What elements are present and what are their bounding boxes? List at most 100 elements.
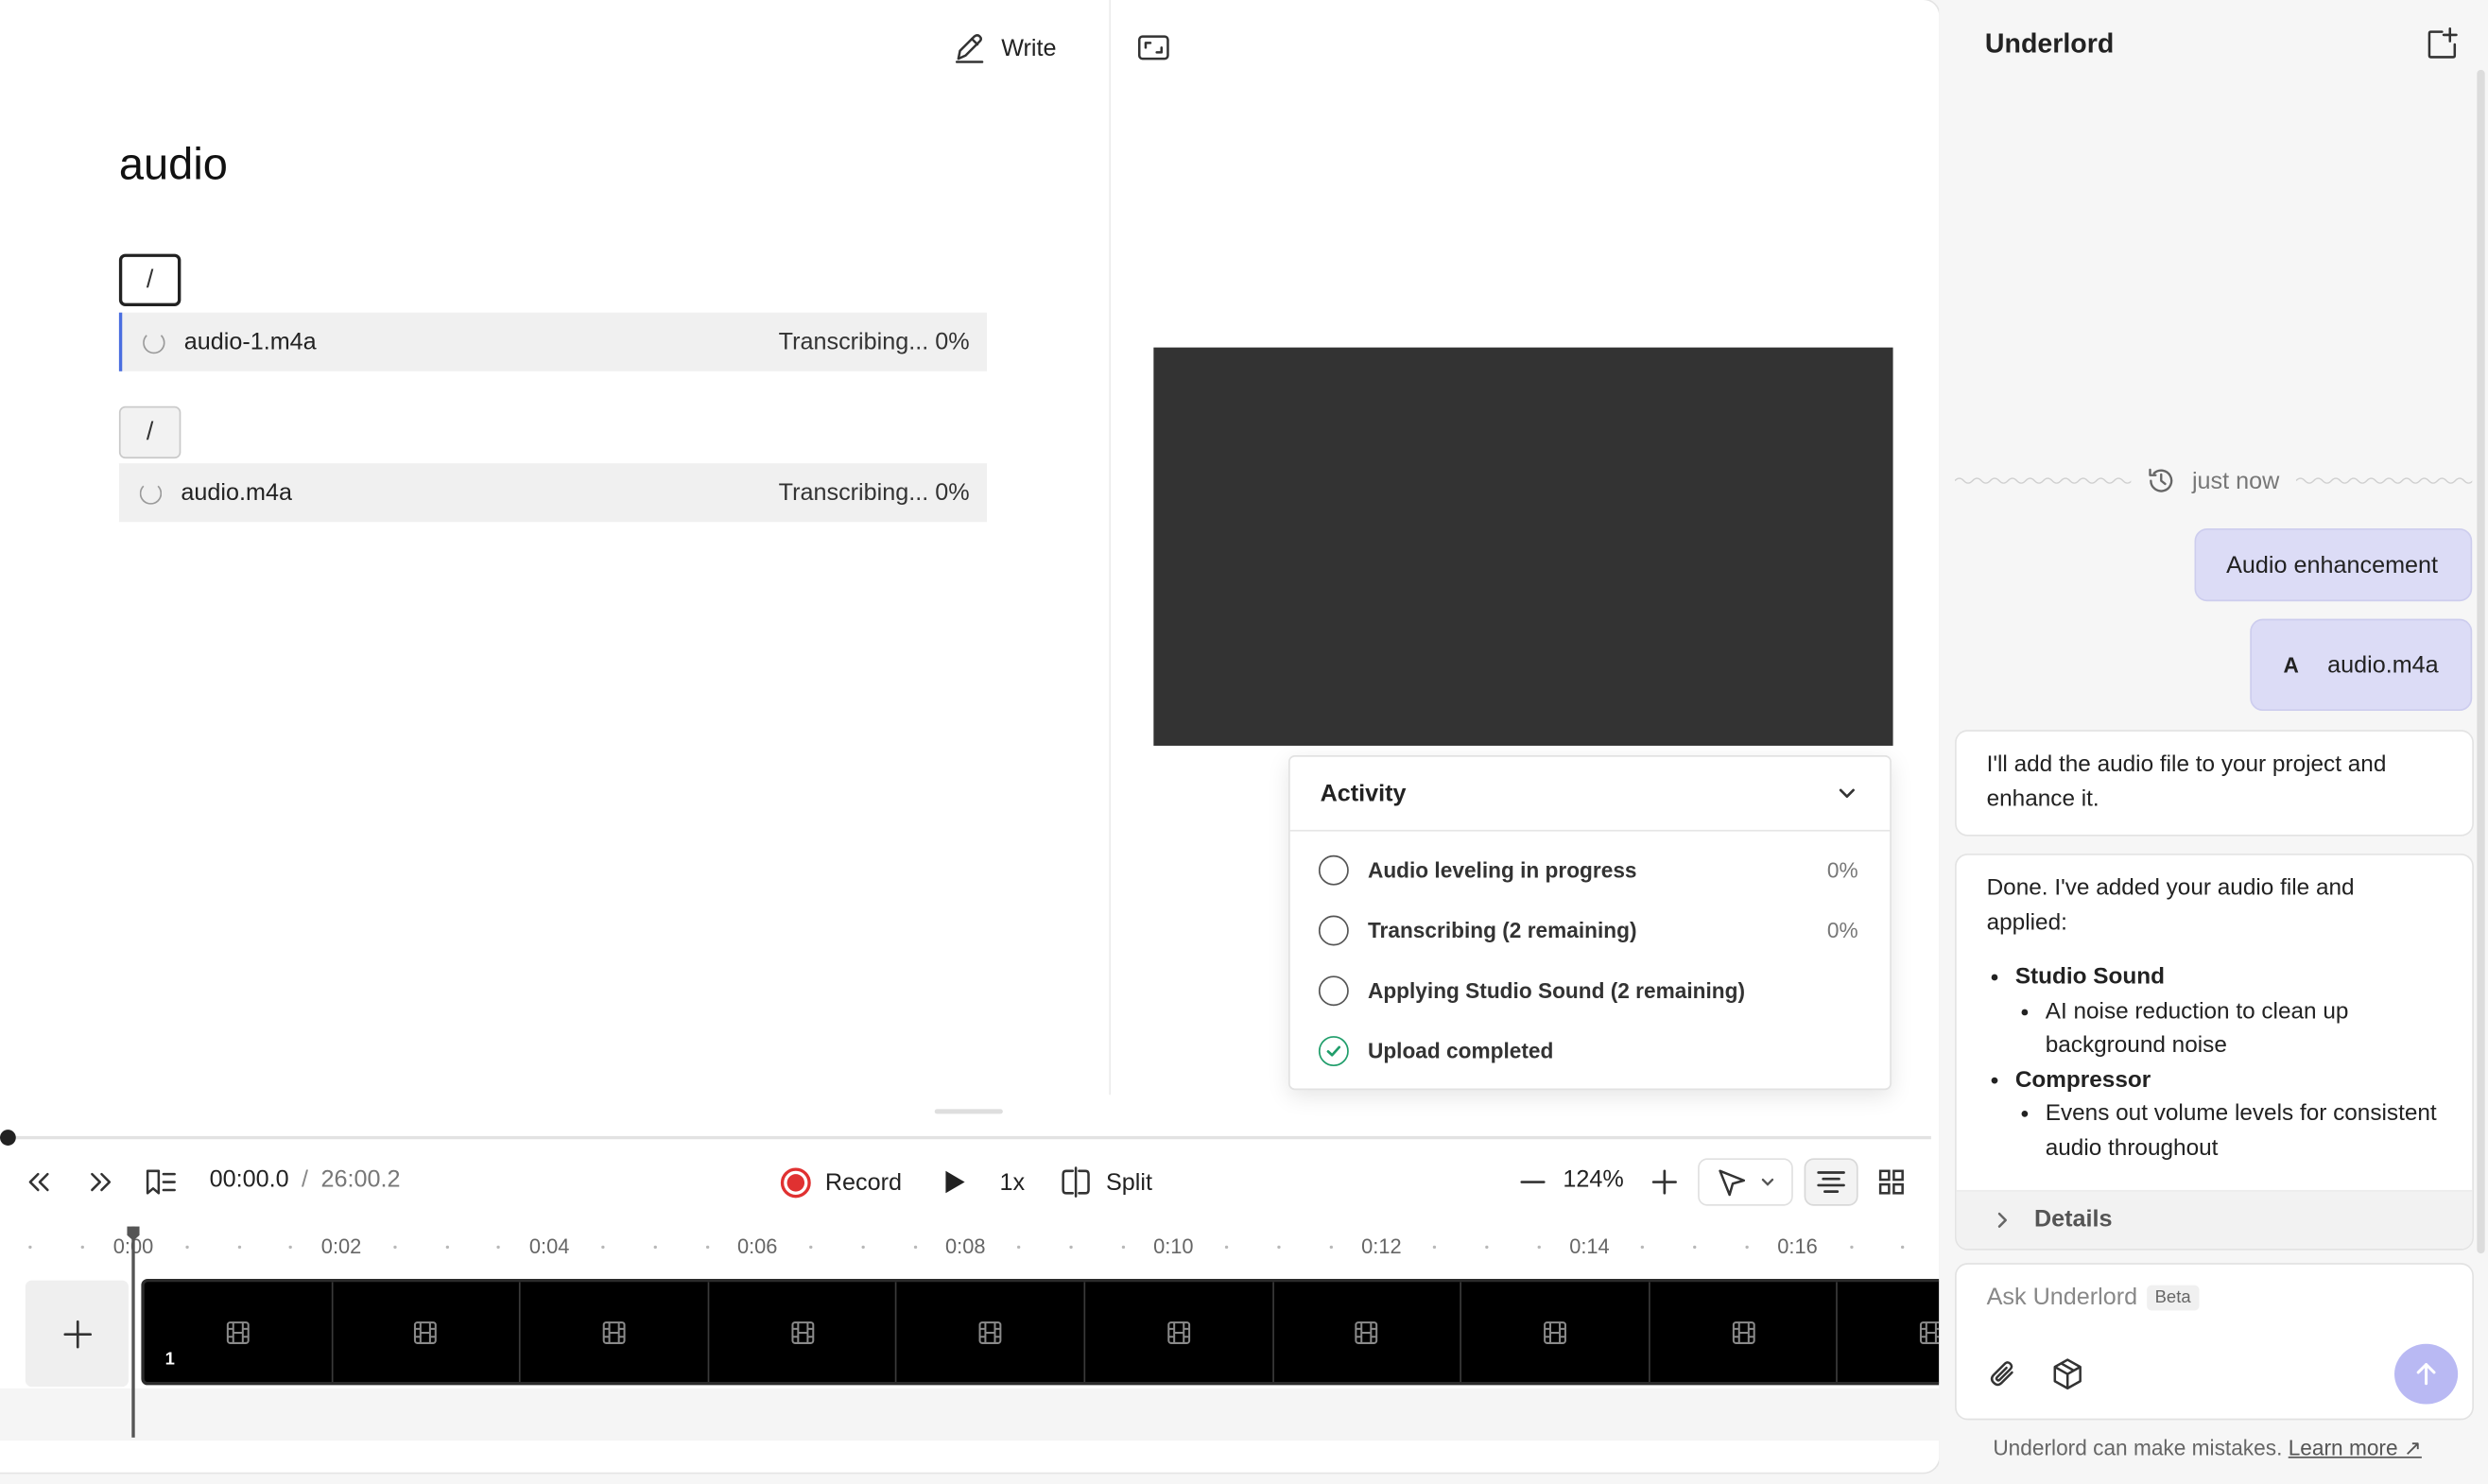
details-toggle[interactable]: Details: [1956, 1189, 2473, 1250]
expand-icon[interactable]: [1136, 30, 1171, 65]
list-item: AI noise reduction to clean up backgroun…: [2046, 995, 2443, 1063]
pane-divider[interactable]: [1109, 0, 1112, 1096]
attachment-chip[interactable]: A audio.m4a: [2250, 618, 2473, 712]
clip-frame: [897, 1282, 1086, 1383]
clip-frame: [1838, 1282, 1940, 1382]
film-frame-icon: [602, 1320, 626, 1344]
composer-placeholder[interactable]: Ask Underlord Beta: [1987, 1284, 2200, 1311]
file-row[interactable]: audio.m4a Transcribing... 0%: [118, 463, 988, 523]
ruler-minor-tick: [1225, 1245, 1229, 1250]
split-icon: [1062, 1166, 1090, 1198]
file-row[interactable]: audio-1.m4a Transcribing... 0%: [118, 312, 988, 371]
video-preview[interactable]: [1153, 347, 1893, 746]
zoom-out-icon[interactable]: [1517, 1166, 1549, 1199]
learn-more-link[interactable]: Learn more ↗: [2289, 1436, 2422, 1459]
timeline-ruler[interactable]: 0:000:020:040:060:080:100:120:140:16: [0, 1230, 1939, 1265]
ruler-minor-tick: [809, 1245, 813, 1250]
disclaimer: Underlord can make mistakes. Learn more …: [1993, 1436, 2422, 1461]
attach-icon[interactable]: [1985, 1356, 2020, 1391]
list-item: Studio Sound AI noise reduction to clean…: [2015, 961, 2443, 1063]
ruler-minor-tick: [1069, 1245, 1073, 1250]
scrub-handle[interactable]: [0, 1130, 16, 1146]
underlord-sidebar: Underlord just now Audio enhancement A a…: [1939, 0, 2488, 1484]
ruler-minor-tick: [1485, 1245, 1489, 1250]
file-status: Transcribing... 0%: [778, 478, 970, 507]
add-track-button[interactable]: [25, 1280, 129, 1388]
playback-speed-button[interactable]: 1x: [1000, 1163, 1026, 1200]
tool-selector[interactable]: [1698, 1158, 1793, 1206]
file-name: audio-1.m4a: [183, 328, 317, 356]
activity-item: Transcribing (2 remaining) 0%: [1318, 912, 1858, 947]
ruler-minor-tick: [1901, 1245, 1905, 1250]
ruler-minor-tick: [1277, 1245, 1281, 1250]
script-view-button[interactable]: [1804, 1158, 1858, 1206]
chevron-down-icon: [1760, 1178, 1773, 1186]
pending-circle-icon: [1318, 914, 1349, 945]
resize-handle[interactable]: [934, 1109, 1003, 1114]
ruler-minor-tick: [185, 1245, 189, 1250]
write-button[interactable]: Write: [952, 26, 1057, 70]
ruler-minor-tick: [1017, 1245, 1021, 1250]
scrub-bar[interactable]: [6, 1135, 1931, 1140]
ruler-tick-label: 0:08: [944, 1234, 986, 1259]
check-circle-icon: [1318, 1035, 1349, 1066]
attachment-name: audio.m4a: [2327, 651, 2439, 679]
skip-back-icon[interactable]: [24, 1166, 56, 1199]
send-button[interactable]: [2394, 1343, 2459, 1405]
current-time: 00:00.0: [209, 1165, 289, 1194]
split-button[interactable]: Split: [1060, 1163, 1152, 1200]
clip-frame: [1273, 1282, 1462, 1383]
sidebar-title: Underlord: [1984, 28, 2115, 60]
ruler-tick-label: 0:02: [320, 1234, 362, 1259]
chat-composer[interactable]: Ask Underlord Beta: [1955, 1263, 2474, 1421]
activity-header[interactable]: Activity: [1289, 757, 1891, 832]
chevron-down-icon[interactable]: [1836, 783, 1858, 805]
bookmarks-icon[interactable]: [143, 1166, 178, 1199]
ruler-minor-tick: [601, 1245, 605, 1250]
skip-forward-icon[interactable]: [84, 1166, 116, 1199]
playhead[interactable]: [131, 1226, 135, 1438]
activity-item: Audio leveling in progress 0%: [1318, 852, 1858, 887]
list-item: Evens out volume levels for consistent a…: [2046, 1098, 2443, 1166]
zoom-level: 124%: [1563, 1165, 1624, 1194]
ruler-minor-tick: [393, 1245, 397, 1250]
activity-title: Activity: [1320, 780, 1407, 807]
document-title[interactable]: audio: [119, 140, 228, 191]
video-clip[interactable]: 1: [141, 1278, 1940, 1386]
slash-command-chip[interactable]: /: [118, 253, 181, 306]
disclaimer-text: Underlord can make mistakes.: [1993, 1436, 2283, 1460]
plus-icon: [62, 1320, 92, 1348]
clip-frame: [1650, 1282, 1839, 1383]
clip-frame: [709, 1282, 898, 1383]
ruler-minor-tick: [289, 1245, 293, 1250]
cube-icon[interactable]: [2050, 1356, 2085, 1391]
grid-view-button[interactable]: [1864, 1158, 1918, 1205]
loading-spinner-icon: [139, 481, 163, 504]
timestamp: just now: [2191, 467, 2280, 494]
ruler-minor-tick: [497, 1245, 501, 1250]
applied-effects-list: Studio Sound AI noise reduction to clean…: [1987, 961, 2443, 1166]
play-icon[interactable]: [938, 1166, 970, 1199]
ruler-minor-tick: [913, 1245, 917, 1250]
arrow-up-icon: [2416, 1363, 2436, 1386]
script-view-icon: [1817, 1171, 1845, 1193]
divider-wave: [2295, 477, 2473, 484]
zoom-in-icon[interactable]: [1649, 1166, 1681, 1199]
record-label: Record: [824, 1168, 903, 1196]
history-icon: [2150, 468, 2174, 492]
sidebar-scrollbar[interactable]: [2477, 69, 2485, 1254]
clip-frame: [333, 1282, 521, 1383]
timestamp-divider: just now: [1955, 463, 2473, 498]
record-button[interactable]: Record: [780, 1163, 903, 1200]
film-frame-icon: [1166, 1320, 1190, 1344]
user-message-text: Audio enhancement: [2226, 551, 2439, 578]
ruler-minor-tick: [1329, 1245, 1333, 1250]
activity-percent: 0%: [1826, 918, 1858, 942]
film-frame-icon: [1732, 1320, 1755, 1344]
ruler-tick-label: 0:12: [1361, 1234, 1402, 1259]
grid-view-icon: [1878, 1169, 1904, 1195]
slash-command-chip[interactable]: /: [118, 406, 181, 459]
activity-panel: Activity Audio leveling in progress 0% T…: [1288, 755, 1892, 1091]
new-chat-icon[interactable]: [2425, 26, 2460, 62]
empty-track[interactable]: [0, 1388, 1940, 1441]
